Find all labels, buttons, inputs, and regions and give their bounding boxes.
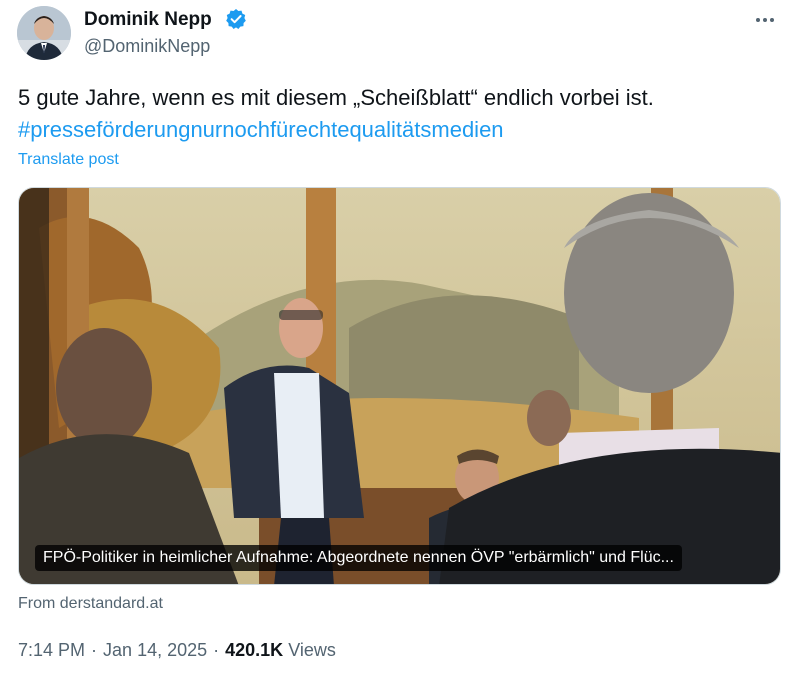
card-image xyxy=(19,188,780,584)
tweet: Dominik Nepp @DominikNepp 5 gute Jahre, … xyxy=(0,0,805,685)
views-count: 420.1K xyxy=(225,640,284,660)
post-date[interactable]: Jan 14, 2025 xyxy=(103,640,207,660)
verified-badge-icon xyxy=(225,8,247,30)
post-time[interactable]: 7:14 PM xyxy=(18,640,85,660)
meta-separator: · xyxy=(213,640,220,660)
display-name[interactable]: Dominik Nepp xyxy=(84,8,212,32)
views-label: Views xyxy=(288,640,336,660)
link-card[interactable]: FPÖ-Politiker in heimlicher Aufnahme: Ab… xyxy=(18,187,781,585)
post-body: 5 gute Jahre, wenn es mit diesem „Scheiß… xyxy=(18,85,654,110)
post-meta: 7:14 PM · Jan 14, 2025 · 420.1K Views xyxy=(18,639,336,661)
avatar[interactable] xyxy=(17,6,71,60)
handle[interactable]: @DominikNepp xyxy=(84,34,210,58)
more-options-icon[interactable] xyxy=(751,8,779,32)
card-source-link[interactable]: From derstandard.at xyxy=(18,594,163,614)
card-caption: FPÖ-Politiker in heimlicher Aufnahme: Ab… xyxy=(35,545,682,571)
translate-post-link[interactable]: Translate post xyxy=(18,149,119,171)
hashtag-link[interactable]: #presseförderungnurnochfürechtequalitäts… xyxy=(18,114,788,146)
meta-separator: · xyxy=(91,640,98,660)
post-text: 5 gute Jahre, wenn es mit diesem „Scheiß… xyxy=(18,82,788,146)
